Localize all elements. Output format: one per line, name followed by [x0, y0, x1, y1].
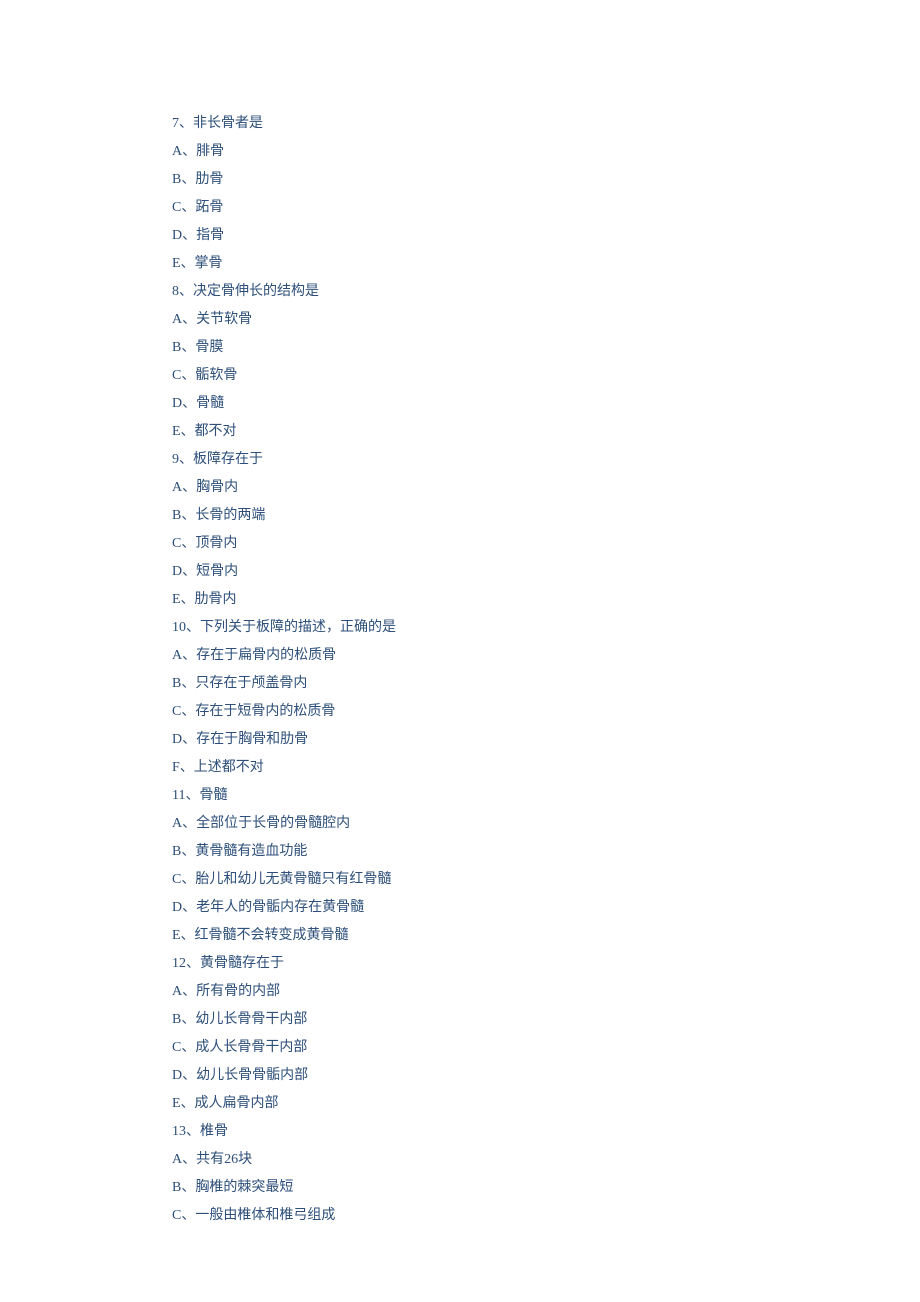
- text-line: A、所有骨的内部: [172, 978, 920, 1006]
- text-line: E、肋骨内: [172, 586, 920, 614]
- text-line: C、一般由椎体和椎弓组成: [172, 1202, 920, 1230]
- text-line: E、掌骨: [172, 250, 920, 278]
- text-line: C、存在于短骨内的松质骨: [172, 698, 920, 726]
- text-line: A、腓骨: [172, 138, 920, 166]
- text-line: B、胸椎的棘突最短: [172, 1174, 920, 1202]
- text-line: C、顶骨内: [172, 530, 920, 558]
- text-line: A、全部位于长骨的骨髓腔内: [172, 810, 920, 838]
- text-line: B、幼儿长骨骨干内部: [172, 1006, 920, 1034]
- text-line: B、只存在于颅盖骨内: [172, 670, 920, 698]
- text-line: D、老年人的骨骺内存在黄骨髓: [172, 894, 920, 922]
- text-line: 11、骨髓: [172, 782, 920, 810]
- document-page: 7、非长骨者是A、腓骨B、肋骨C、跖骨D、指骨E、掌骨8、决定骨伸长的结构是A、…: [0, 0, 920, 1290]
- text-line: A、胸骨内: [172, 474, 920, 502]
- text-line: D、指骨: [172, 222, 920, 250]
- text-line: 7、非长骨者是: [172, 110, 920, 138]
- text-line: E、红骨髓不会转变成黄骨髓: [172, 922, 920, 950]
- text-line: 12、黄骨髓存在于: [172, 950, 920, 978]
- text-line: E、成人扁骨内部: [172, 1090, 920, 1118]
- text-line: C、骺软骨: [172, 362, 920, 390]
- text-line: D、骨髓: [172, 390, 920, 418]
- text-line: 8、决定骨伸长的结构是: [172, 278, 920, 306]
- text-line: F、上述都不对: [172, 754, 920, 782]
- text-line: D、存在于胸骨和肋骨: [172, 726, 920, 754]
- text-line: B、肋骨: [172, 166, 920, 194]
- text-line: A、共有26块: [172, 1146, 920, 1174]
- text-line: D、短骨内: [172, 558, 920, 586]
- text-line: A、存在于扁骨内的松质骨: [172, 642, 920, 670]
- text-line: A、关节软骨: [172, 306, 920, 334]
- text-line: B、黄骨髓有造血功能: [172, 838, 920, 866]
- text-line: D、幼儿长骨骨骺内部: [172, 1062, 920, 1090]
- text-line: 13、椎骨: [172, 1118, 920, 1146]
- text-line: E、都不对: [172, 418, 920, 446]
- text-line: 9、板障存在于: [172, 446, 920, 474]
- text-line: C、胎儿和幼儿无黄骨髓只有红骨髓: [172, 866, 920, 894]
- text-line: C、跖骨: [172, 194, 920, 222]
- text-line: C、成人长骨骨干内部: [172, 1034, 920, 1062]
- text-line: B、骨膜: [172, 334, 920, 362]
- text-line: 10、下列关于板障的描述，正确的是: [172, 614, 920, 642]
- text-line: B、长骨的两端: [172, 502, 920, 530]
